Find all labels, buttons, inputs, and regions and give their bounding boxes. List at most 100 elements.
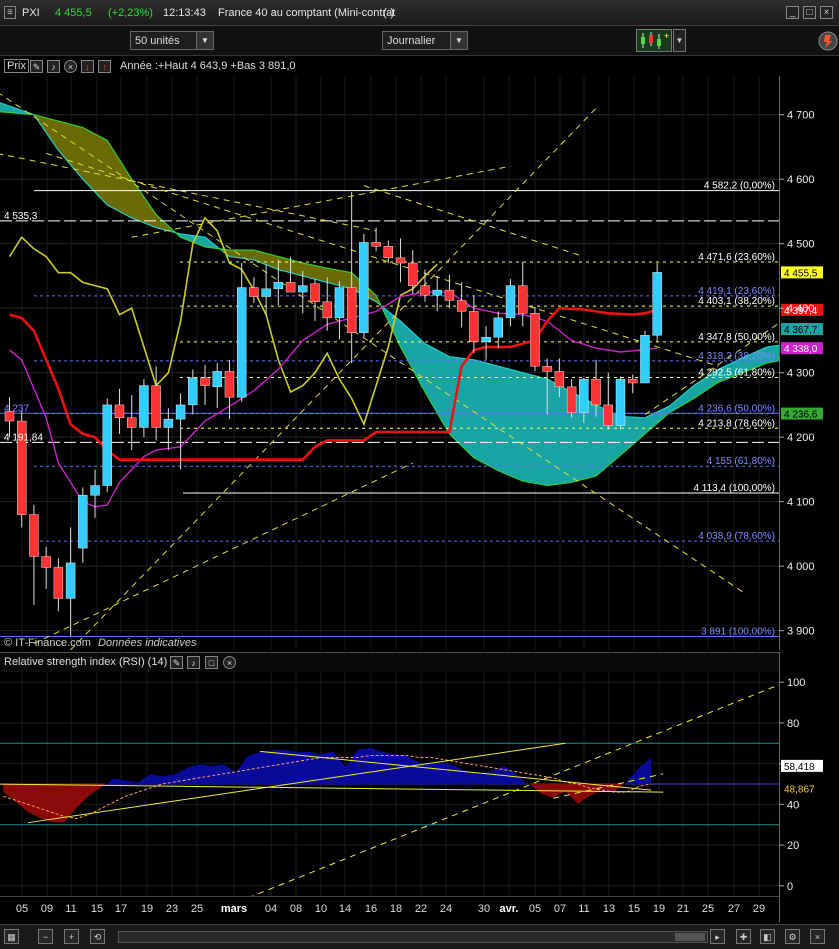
rsi-tick-label: 0 bbox=[787, 881, 793, 893]
ichimoku-cloud bbox=[296, 261, 304, 277]
candle-body bbox=[151, 385, 161, 428]
price-level-label: 4 403,1 (38,20%) bbox=[698, 296, 775, 307]
candle-body bbox=[261, 288, 271, 297]
price-tick-label: 4 200 bbox=[787, 432, 815, 444]
ichimoku-cloud bbox=[491, 364, 499, 472]
x-tick-label: 09 bbox=[41, 903, 53, 915]
ichimoku-cloud bbox=[308, 263, 316, 280]
close-icon[interactable]: × bbox=[810, 929, 825, 944]
price-tag-label: 4 455,5 bbox=[784, 268, 818, 279]
x-tick-label: 13 bbox=[603, 903, 615, 915]
price-tick-label: 4 000 bbox=[787, 561, 815, 573]
price-level-label: 4 582,2 (0,00%) bbox=[704, 181, 775, 192]
candle-body bbox=[469, 311, 479, 342]
candle-body bbox=[249, 287, 259, 297]
price-tag-label: 4 338,0 bbox=[784, 344, 818, 355]
candle-body bbox=[65, 562, 76, 599]
price-level-label: 4 237 bbox=[4, 403, 29, 414]
ichimoku-cloud bbox=[333, 268, 340, 286]
x-tick-label: 30 bbox=[478, 903, 490, 915]
candle-body bbox=[78, 495, 88, 549]
rsi-label: Relative strength index (RSI) (14) bbox=[4, 656, 168, 668]
layout-icon[interactable]: ◧ bbox=[760, 929, 775, 944]
candle-body bbox=[102, 404, 112, 486]
settings-icon[interactable]: ⚙ bbox=[785, 929, 800, 944]
rsi-fill bbox=[271, 749, 285, 785]
ichimoku-cloud bbox=[595, 404, 603, 477]
candle-body bbox=[371, 242, 381, 247]
scrollbar-thumb[interactable] bbox=[675, 933, 705, 941]
x-tick-label: 27 bbox=[728, 903, 740, 915]
watermark-source: © IT-Finance.com bbox=[4, 637, 91, 649]
rsi-fill bbox=[174, 767, 187, 785]
candle-body bbox=[310, 283, 320, 302]
price-tag-label: 4 367,7 bbox=[784, 325, 818, 336]
candle-body bbox=[236, 287, 247, 398]
rsi-fill bbox=[357, 747, 371, 785]
x-tick-label: 22 bbox=[415, 903, 427, 915]
price-panel: 4 582,2 (0,00%) 4 535,3 4 471,6 (23,60%) 4 … bbox=[0, 76, 779, 650]
candle-body bbox=[188, 377, 198, 406]
bell-icon[interactable]: ♪ bbox=[187, 656, 200, 669]
zoom-in-icon[interactable]: + bbox=[64, 929, 79, 944]
reset-icon[interactable]: ⟲ bbox=[90, 929, 105, 944]
candle-body bbox=[139, 385, 149, 428]
trend-line bbox=[0, 153, 377, 232]
candle-body bbox=[420, 285, 430, 296]
candle-body bbox=[408, 262, 418, 286]
x-tick-label: 23 bbox=[166, 903, 178, 915]
x-tick-label: 15 bbox=[91, 903, 103, 915]
ichimoku-cloud bbox=[320, 266, 328, 283]
rsi-fill bbox=[333, 750, 346, 785]
candle-body bbox=[628, 378, 638, 384]
ichimoku-cloud bbox=[504, 367, 511, 477]
price-level-label: 4 535,3 bbox=[4, 211, 38, 222]
rsi-fill bbox=[406, 755, 420, 785]
ichimoku-cloud bbox=[418, 337, 426, 393]
candle-body bbox=[481, 337, 491, 342]
watermark-note: Données indicatives bbox=[98, 637, 197, 649]
candle-body bbox=[212, 371, 222, 388]
rsi-fill bbox=[638, 757, 652, 785]
close-icon[interactable]: × bbox=[223, 656, 236, 669]
x-tick-label: 24 bbox=[440, 903, 452, 915]
ichimoku-cloud bbox=[485, 362, 493, 468]
candle-body bbox=[566, 386, 577, 413]
chart-canvas: 4 582,2 (0,00%) 4 535,3 4 471,6 (23,60%) 4 … bbox=[0, 76, 823, 922]
window-icon[interactable]: □ bbox=[205, 656, 218, 669]
zoom-out-icon[interactable]: − bbox=[38, 929, 53, 944]
rsi-tick-label: 40 bbox=[787, 799, 799, 811]
rsi-plot bbox=[0, 684, 779, 896]
scroll-end-icon[interactable]: ▸ bbox=[710, 929, 725, 944]
candle-body bbox=[493, 317, 503, 338]
x-tick-label: 10 bbox=[315, 903, 327, 915]
price-level-label: 4 347,8 (50,00%) bbox=[698, 332, 775, 343]
price-level-label: 4 236,6 (50,00%) bbox=[698, 404, 775, 415]
price-tick-label: 4 400 bbox=[787, 303, 815, 315]
x-tick-label: 18 bbox=[390, 903, 402, 915]
candle-body bbox=[456, 300, 467, 312]
x-tick-label: 16 bbox=[365, 903, 377, 915]
wrench-icon[interactable]: ✎ bbox=[170, 656, 183, 669]
candle-body bbox=[334, 287, 345, 319]
candle-body bbox=[383, 246, 394, 259]
ichimoku-cloud bbox=[552, 381, 560, 486]
x-tick-label: 11 bbox=[578, 903, 589, 915]
rsi-fill bbox=[381, 751, 395, 785]
candle-body bbox=[322, 301, 332, 319]
rsi-fill bbox=[345, 748, 359, 785]
ichimoku-cloud bbox=[412, 331, 420, 381]
price-tick-label: 4 100 bbox=[787, 497, 815, 509]
grid-icon[interactable]: ▦ bbox=[4, 929, 19, 944]
rsi-value-label: 58,418 bbox=[784, 762, 815, 773]
crosshair-icon[interactable]: ✚ bbox=[736, 929, 751, 944]
x-tick-label: 21 bbox=[677, 903, 689, 915]
ichimoku-cloud bbox=[473, 359, 481, 462]
x-tick-label: 19 bbox=[141, 903, 153, 915]
candle-body bbox=[432, 289, 442, 296]
x-tick-label: 15 bbox=[628, 903, 640, 915]
price-tick-label: 4 500 bbox=[787, 239, 815, 251]
candle-body bbox=[603, 404, 613, 426]
horizontal-scrollbar[interactable] bbox=[118, 931, 708, 943]
rsi-value-label: 48,867 bbox=[784, 784, 815, 795]
